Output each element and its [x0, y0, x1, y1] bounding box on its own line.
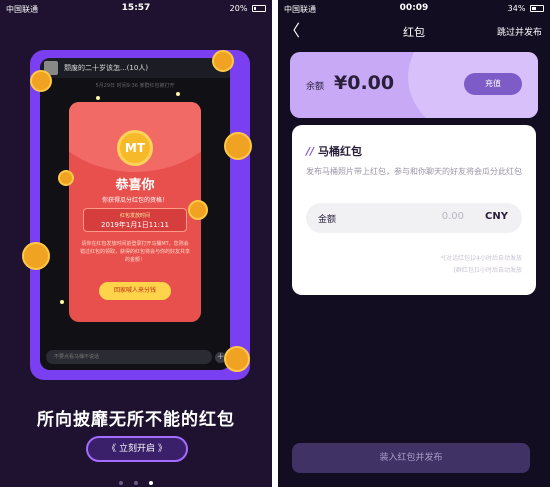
- right-phone-screen: 中国联通 00:09 34% 〈 红包 跳过并发布 余额 ¥0.00 充值 //…: [278, 0, 550, 487]
- release-time-box: 红包发放时间 2019年1月1日11:11: [83, 208, 187, 232]
- page-indicator: [0, 470, 272, 487]
- open-now-button[interactable]: 《 立刻开启 》: [86, 436, 188, 462]
- call-friends-button[interactable]: 回家喊人来分钱: [99, 282, 171, 300]
- battery-percent: 20%: [229, 4, 248, 13]
- amount-field[interactable]: 金额 0.00 CNY: [306, 203, 522, 233]
- battery-percent: 34%: [507, 4, 526, 13]
- nav-bar: 〈 红包 跳过并发布: [278, 22, 550, 42]
- amount-input[interactable]: 0.00: [442, 211, 464, 222]
- coin-icon: [212, 50, 234, 72]
- red-packet-card: MT 恭喜你 你获得瓜分红包的资格！ 红包发放时间 2019年1月1日11:11…: [69, 102, 201, 322]
- page-dot-active: [149, 481, 154, 485]
- balance-amount: ¥0.00: [334, 72, 395, 94]
- chat-system-message: 5月29日 时间9:36 某群红包被打开: [95, 83, 175, 89]
- currency-label: CNY: [485, 211, 508, 222]
- page-dot: [118, 481, 123, 485]
- coin-icon: [22, 242, 50, 270]
- amount-label: 金额: [318, 215, 337, 225]
- status-bar: 中国联通 15:57 20%: [0, 0, 272, 18]
- sparkle-icon: [96, 96, 100, 100]
- coin-logo-icon: MT: [117, 130, 153, 166]
- chat-input[interactable]: 不要点看马桶不说话: [46, 350, 212, 364]
- red-packet-title: 恭喜你: [115, 178, 155, 193]
- chat-title: 颓废的二十岁该怎...(10人): [64, 64, 149, 72]
- coin-icon: [30, 70, 52, 92]
- skip-and-publish-button[interactable]: 跳过并发布: [497, 25, 542, 38]
- coin-icon: [188, 200, 208, 220]
- red-packet-subtitle: 你获得瓜分红包的资格！: [101, 197, 168, 204]
- chat-header: 颓废的二十岁该怎...(10人): [40, 58, 230, 78]
- slogan: 所向披靡无所不能的红包: [37, 410, 235, 430]
- title-mark: //: [306, 145, 315, 158]
- coin-icon: [58, 170, 74, 186]
- form-description: 发布马桶照片带上红包，参与和你聊天的好友将会瓜分此红包: [306, 167, 522, 176]
- status-bar: 中国联通 00:09 34%: [278, 0, 550, 18]
- release-time-label: 红包发放时间: [119, 213, 150, 219]
- sparkle-icon: [176, 92, 180, 96]
- coin-icon: [224, 132, 252, 160]
- note-group-packet: [群红包]1小时后自动发放: [453, 267, 523, 274]
- left-phone-screen: 中国联通 15:57 20% 颓废的二十岁该怎...(10人) 5月29日 时间…: [0, 0, 272, 487]
- submit-button[interactable]: 装入红包并发布: [292, 443, 530, 473]
- battery-indicator: 20%: [230, 4, 266, 13]
- red-packet-form: //马桶红包 发布马桶照片带上红包，参与和你聊天的好友将会瓜分此红包 金额 0.…: [292, 125, 536, 295]
- battery-icon: [252, 5, 266, 12]
- sparkle-icon: [60, 300, 64, 304]
- form-title: //马桶红包: [306, 143, 362, 159]
- release-time-value: 2019年1月1日11:11: [101, 221, 169, 229]
- page-dot: [134, 481, 138, 485]
- balance-label: 余额: [306, 82, 325, 92]
- form-title-text: 马桶红包: [318, 145, 363, 158]
- note-chat-packet: *[对话红包]24小时后自动发放: [440, 255, 522, 262]
- coin-icon: [224, 346, 250, 372]
- balance-card: 余额 ¥0.00 充值: [290, 52, 538, 118]
- battery-indicator: 34%: [508, 4, 544, 13]
- battery-icon: [530, 5, 544, 12]
- red-packet-description: 请你在红包发放时间前登录打开马桶MT，您则会错过红包的领取，获得的红包将会与你的…: [79, 241, 190, 263]
- recharge-button[interactable]: 充值: [464, 73, 522, 95]
